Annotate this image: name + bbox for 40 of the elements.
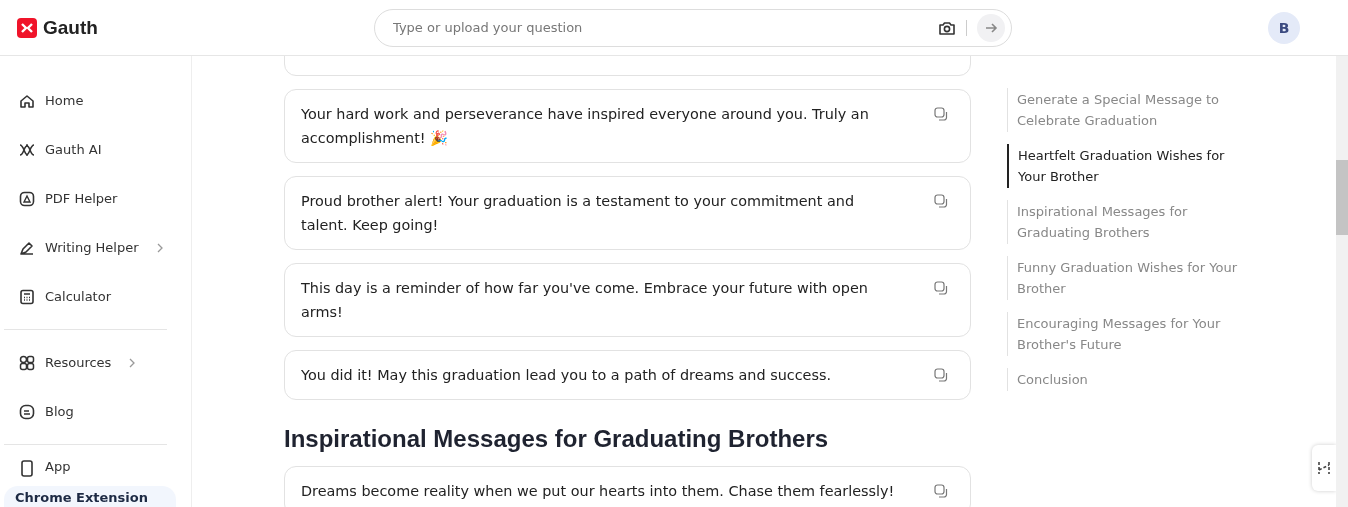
toc-link[interactable]: Encouraging Messages for Your Brother's Future <box>1007 312 1247 356</box>
message-text: Dreams become reality when we put our hearts into them. Chase them fearlessly! <box>301 482 896 501</box>
sidebar-item[interactable]: Home <box>0 76 191 125</box>
sidebar-item[interactable]: Blog <box>0 387 191 436</box>
send-button[interactable] <box>977 13 1005 42</box>
message-text: You did it! May this graduation lead you to a path of dreams and success. <box>301 366 832 385</box>
message-text: Your hard work and perseverance have inspired everyone around you. Truly an accomplishment! 🎉 <box>301 105 870 148</box>
message-text: This day is a reminder of how far you've come. Embrace your future with open arms! <box>301 279 869 322</box>
phone-icon <box>18 459 36 477</box>
sidebar-item[interactable]: Gauth AI <box>0 125 191 174</box>
sidebar-item[interactable]: Calculator <box>0 272 191 321</box>
sidebar-item[interactable]: App <box>0 453 191 485</box>
copy-icon[interactable] <box>934 194 948 208</box>
arrow-icon <box>984 20 998 35</box>
brand-name[interactable]: Gauth <box>43 16 98 39</box>
sidebar-item[interactable]: Writing Helper <box>0 223 191 272</box>
document-icon <box>18 402 36 421</box>
toc-link[interactable]: Conclusion <box>1007 368 1247 391</box>
toc-link[interactable]: Heartfelt Graduation Wishes for Your Brother <box>1007 144 1247 188</box>
sidebar-item[interactable]: PDF Helper <box>0 174 191 223</box>
grid-icon <box>18 353 36 372</box>
toc-link[interactable]: Inspirational Messages for Graduating Brothers <box>1007 200 1247 244</box>
copy-icon[interactable] <box>934 281 948 295</box>
logo-icon <box>17 17 37 38</box>
chevron-icon <box>128 357 137 368</box>
floating-tool-button[interactable] <box>1312 445 1336 491</box>
toc-link[interactable]: Funny Graduation Wishes for Your Brother <box>1007 256 1247 300</box>
chrome-extension-banner[interactable]: Chrome Extension <box>4 486 176 507</box>
avatar[interactable]: B <box>1268 11 1300 44</box>
section-heading: Inspirational Messages for Graduating Brothers <box>284 425 830 453</box>
scrollbar-thumb[interactable] <box>1336 160 1348 235</box>
copy-icon[interactable] <box>934 368 948 382</box>
toc-link[interactable]: Generate a Special Message to Celebrate Graduation <box>1007 88 1247 132</box>
chevron-icon <box>155 242 164 253</box>
copy-icon[interactable] <box>934 484 948 498</box>
sidebar-item[interactable]: Resources <box>0 338 191 387</box>
document-icon <box>18 189 36 208</box>
copy-icon[interactable] <box>934 107 948 121</box>
calculator-icon <box>18 287 36 306</box>
message-text: Proud brother alert! Your graduation is a testament to your commitment and talent. Keep going! <box>301 192 855 235</box>
